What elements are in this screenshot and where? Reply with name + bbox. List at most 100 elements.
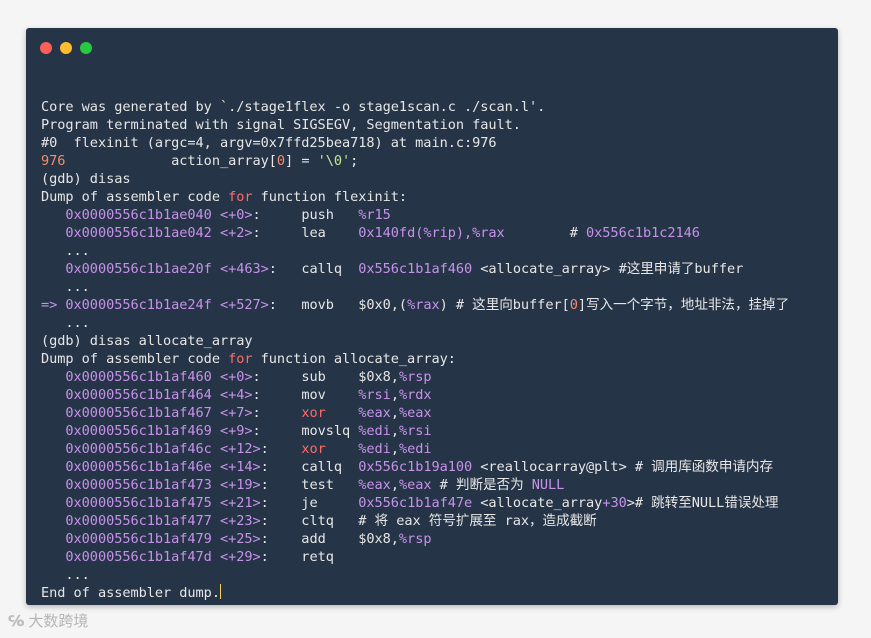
asm-instruction: : push [252,207,359,223]
code-text: ; [350,153,359,169]
asm-symbol: <allocate_array [472,495,603,511]
asm-line: 0x0000556c1b1af467 <+7>: xor %eax,%eax [41,404,828,422]
asm-target-address: 0x556c1b1af47e [358,495,473,511]
gdb-command-line: (gdb) disas [41,171,131,187]
asm-instruction: : sub $0x8, [252,369,399,385]
asm-offset: <+4> [219,387,253,403]
asm-offset: <+9> [219,423,253,439]
asm-comment: <reallocarray@plt> # 调用库函数申请内存 [472,459,774,475]
current-instruction-arrow: => [41,297,66,313]
close-window-button[interactable] [40,42,52,54]
asm-address: 0x0000556c1b1af464 [65,387,212,403]
asm-offset: <+0> [219,369,253,385]
watermark: ℅ 大数跨境 [8,610,88,631]
asm-instruction: : callq [260,459,359,475]
asm-instruction: : movslq [252,423,359,439]
asm-address: 0x0000556c1b1ae040 [65,207,212,223]
asm-address: 0x0000556c1b1af477 [65,513,212,529]
asm-register: %edi [398,441,432,457]
asm-offset: <+12> [219,441,261,457]
watermark-logo-icon: ℅ [8,611,25,630]
comma: , [390,405,399,421]
ellipsis-line: ... [41,279,90,295]
asm-offset: <+463> [219,261,269,277]
asm-comment: ) # 这里向buffer[ [439,297,570,313]
asm-register: %eax [358,405,391,421]
asm-line: 0x0000556c1b1ae040 <+0>: push %r15 [41,206,828,224]
asm-offset: <+23> [219,513,261,529]
dump-header-text: Dump of assembler code [41,189,229,205]
keyword-for: for [228,189,253,205]
dump-header-text: function allocate_array: [252,351,456,367]
asm-address: 0x0000556c1b1af46c [65,441,212,457]
asm-comment-null: NULL [531,477,565,493]
asm-offset: <+19> [219,477,261,493]
asm-target-address: 0x556c1b1af460 [358,261,473,277]
asm-comment: <allocate_array> #这里申请了buffer [472,261,744,277]
asm-line: 0x0000556c1b1af479 <+25>: add $0x8,%rsp [41,530,828,548]
source-line-number: 976 [41,153,66,169]
maximize-window-button[interactable] [80,42,92,54]
asm-line: 0x0000556c1b1af46e <+14>: callq 0x556c1b… [41,458,828,476]
gdb-command-line: (gdb) disas allocate_array [41,333,253,349]
asm-instruction: : callq [268,261,359,277]
asm-line: 0x0000556c1b1af477 <+23>: cltq # 将 eax 符… [41,512,828,530]
asm-register: %edi [358,423,391,439]
asm-register: %r15 [358,207,391,223]
terminal-prompt-line[interactable]: End of assembler dump. [41,584,828,602]
asm-instruction: : add $0x8, [260,531,399,547]
asm-register: %edi [358,441,391,457]
comma: , [390,423,399,439]
keyword-for: for [228,351,253,367]
asm-address: 0x0000556c1b1af46e [65,459,212,475]
asm-comment: # 判断是否为 [431,477,532,493]
asm-instruction: : movb $0x0,( [268,297,408,313]
asm-register: %eax [398,405,432,421]
asm-register: %eax [398,477,432,493]
asm-address: 0x0000556c1b1af473 [65,477,212,493]
asm-register: %rsp [398,531,432,547]
asm-address: 0x0000556c1b1ae042 [65,225,212,241]
code-text: action_array[ [65,153,277,169]
asm-line: 0x0000556c1b1af47d <+29>: retq [41,548,828,566]
minimize-window-button[interactable] [60,42,72,54]
asm-offset: <+527> [219,297,269,313]
ellipsis-line: ... [41,243,90,259]
code-text: ] = [285,153,318,169]
asm-comment: ]写入一个字节，地址非法，挂掉了 [577,297,790,313]
terminal-line: Program terminated with signal SIGSEGV, … [41,117,521,133]
terminal-line: Core was generated by `./stage1flex -o s… [41,99,546,115]
asm-instruction: : mov [252,387,359,403]
asm-operand: 0x140fd(%rip),%rax [358,225,505,241]
asm-offset: <+25> [219,531,261,547]
asm-address: 0x0000556c1b1af479 [65,531,212,547]
code-number: 0 [276,153,286,169]
asm-instruction: : lea [252,225,359,241]
terminal-line: #0 flexinit (argc=4, argv=0x7ffd25bea718… [41,135,497,151]
asm-instruction: : je [260,495,359,511]
asm-address: 0x0000556c1b1af475 [65,495,212,511]
asm-comment: ># 跳转至NULL错误处理 [626,495,779,511]
end-dump-text: End of assembler dump. [41,585,220,601]
